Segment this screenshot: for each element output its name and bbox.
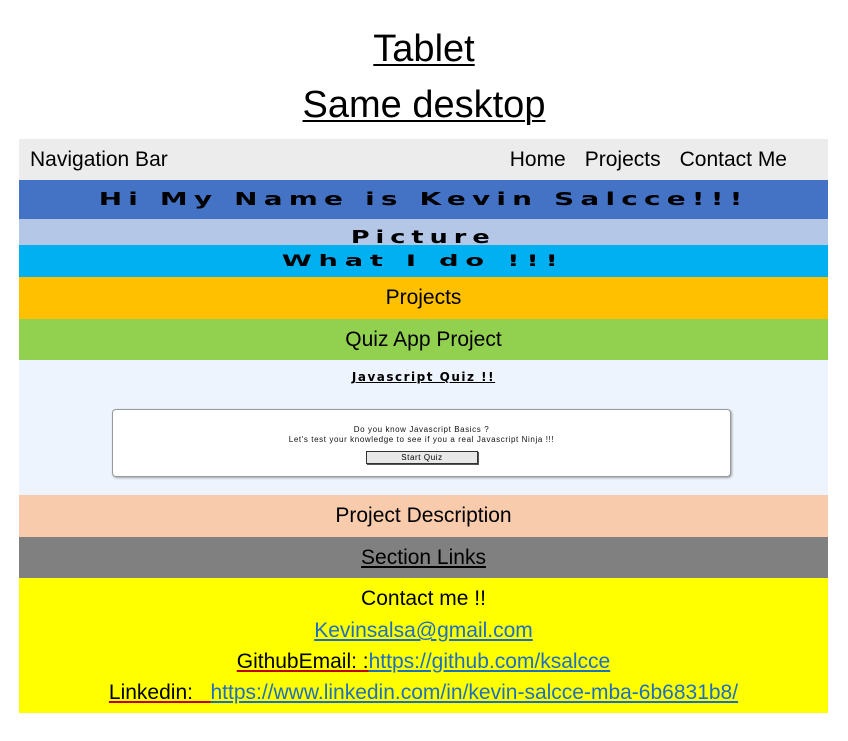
github-link[interactable]: https://github.com/ksalcce <box>369 650 611 673</box>
title-line-2: Same desktop <box>302 84 546 126</box>
quiz-app-section: Quiz App Project <box>19 319 828 360</box>
what-i-do-heading: What I do !!! <box>281 251 566 270</box>
projects-heading: Projects <box>385 286 462 309</box>
linkedin-label: Linkedin: <box>108 681 193 704</box>
quiz-intro-line-2: Let's test your knowledge to see if you … <box>288 435 555 444</box>
github-label: GithubEmail: : <box>236 650 369 673</box>
contact-heading: Contact me !! <box>361 587 486 610</box>
email-link[interactable]: Kevinsalsa@gmail.com <box>314 619 533 642</box>
section-links-heading[interactable]: Section Links <box>361 546 486 570</box>
project-description-section: Project Description <box>19 495 828 537</box>
project-description-heading: Project Description <box>335 504 512 527</box>
page-title: Tablet <box>0 30 848 68</box>
quiz-app-heading: Quiz App Project <box>345 327 502 351</box>
navigation-bar: Navigation Bar Home Projects Contact Me <box>19 139 828 180</box>
nav-label: Navigation Bar <box>30 147 168 171</box>
quiz-card: Do you know Javascript Basics ? Let's te… <box>112 409 731 477</box>
picture-section: Picture <box>19 219 828 245</box>
quiz-title: Javascript Quiz !! <box>351 370 496 384</box>
nav-link-home[interactable]: Home <box>510 148 566 172</box>
start-quiz-button[interactable]: Start Quiz <box>366 451 478 464</box>
hero-section: Hi My Name is Kevin Salcce!!! <box>19 180 828 219</box>
quiz-app-screenshot: Javascript Quiz !! Do you know Javascrip… <box>19 360 828 495</box>
nav-link-projects[interactable]: Projects <box>585 148 661 172</box>
page-subtitle: Same desktop <box>0 86 848 124</box>
projects-section: Projects <box>19 277 828 319</box>
what-i-do-section: What I do !!! <box>19 245 828 277</box>
hero-heading: Hi My Name is Kevin Salcce!!! <box>98 188 749 210</box>
nav-link-contact[interactable]: Contact Me <box>680 148 787 172</box>
linkedin-link[interactable]: https://www.linkedin.com/in/kevin-salcce… <box>210 681 738 704</box>
title-line-1: Tablet <box>373 28 475 70</box>
section-links-section: Section Links <box>19 537 828 578</box>
picture-label: Picture <box>351 227 496 245</box>
nav-links: Home Projects Contact Me <box>510 148 787 172</box>
contact-section: Contact me !! Kevinsalsa@gmail.com Githu… <box>19 578 828 713</box>
quiz-intro-line-1: Do you know Javascript Basics ? <box>353 425 490 434</box>
